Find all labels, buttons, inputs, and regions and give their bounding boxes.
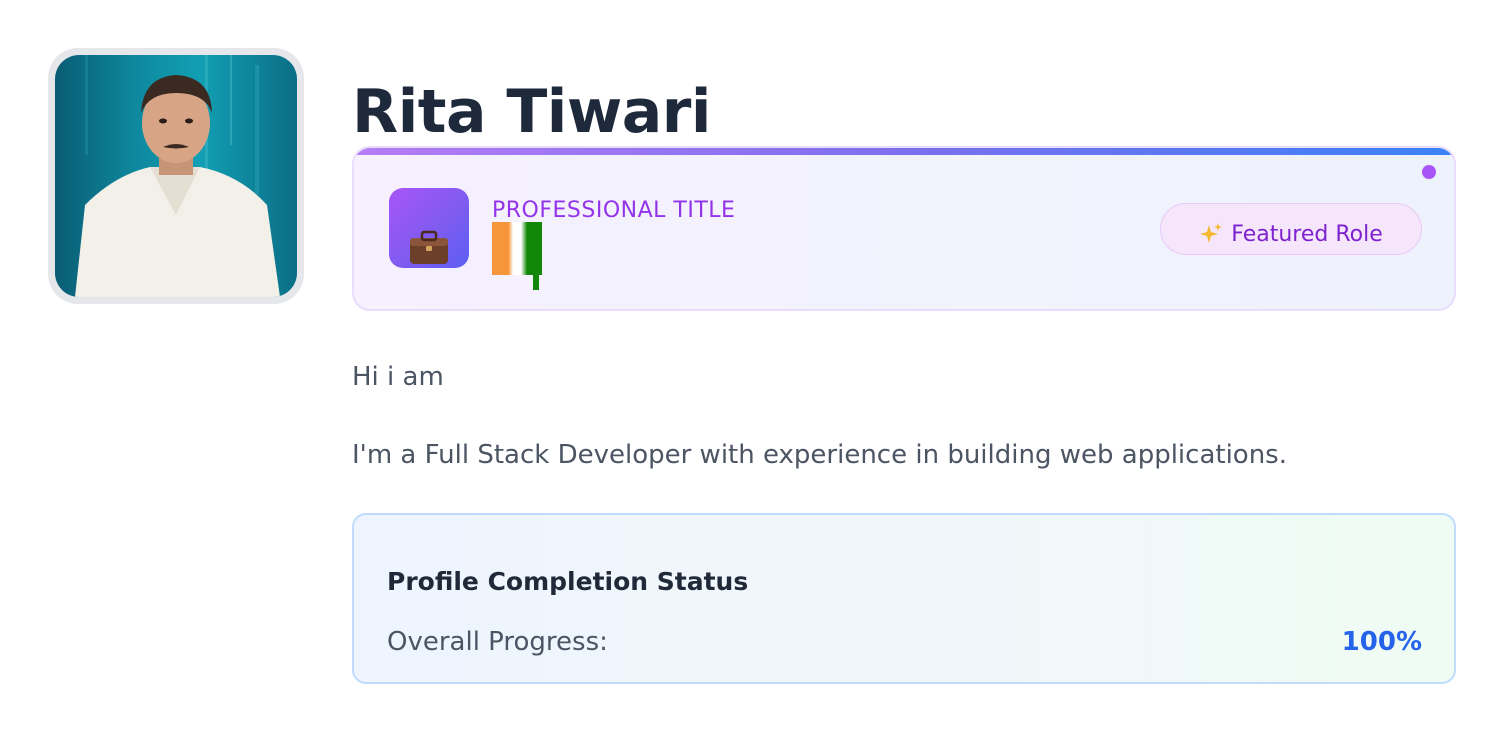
sparkles-icon: [1200, 223, 1223, 243]
status-dot: [1422, 165, 1436, 179]
card-accent-bar: [354, 148, 1454, 155]
avatar-frame: [48, 48, 304, 304]
professional-title-card: PROFESSIONAL TITLE Featured Role: [352, 146, 1456, 311]
completion-title: Profile Completion Status: [387, 567, 749, 596]
profile-photo: [75, 55, 280, 297]
featured-role-badge: Featured Role: [1160, 203, 1422, 255]
progress-value: 100%: [1341, 627, 1422, 657]
avatar: [55, 55, 297, 297]
briefcase-icon: [410, 230, 448, 264]
featured-role-label: Featured Role: [1231, 221, 1383, 247]
profile-name: Rita Tiwari: [352, 77, 711, 147]
briefcase-icon-tile: [389, 188, 469, 268]
india-flag-icon: [492, 222, 542, 290]
greeting-text: Hi i am: [352, 362, 444, 392]
progress-label: Overall Progress:: [387, 627, 608, 657]
bio-text: I'm a Full Stack Developer with experien…: [352, 440, 1287, 470]
profile-completion-card: Profile Completion Status Overall Progre…: [352, 513, 1456, 684]
